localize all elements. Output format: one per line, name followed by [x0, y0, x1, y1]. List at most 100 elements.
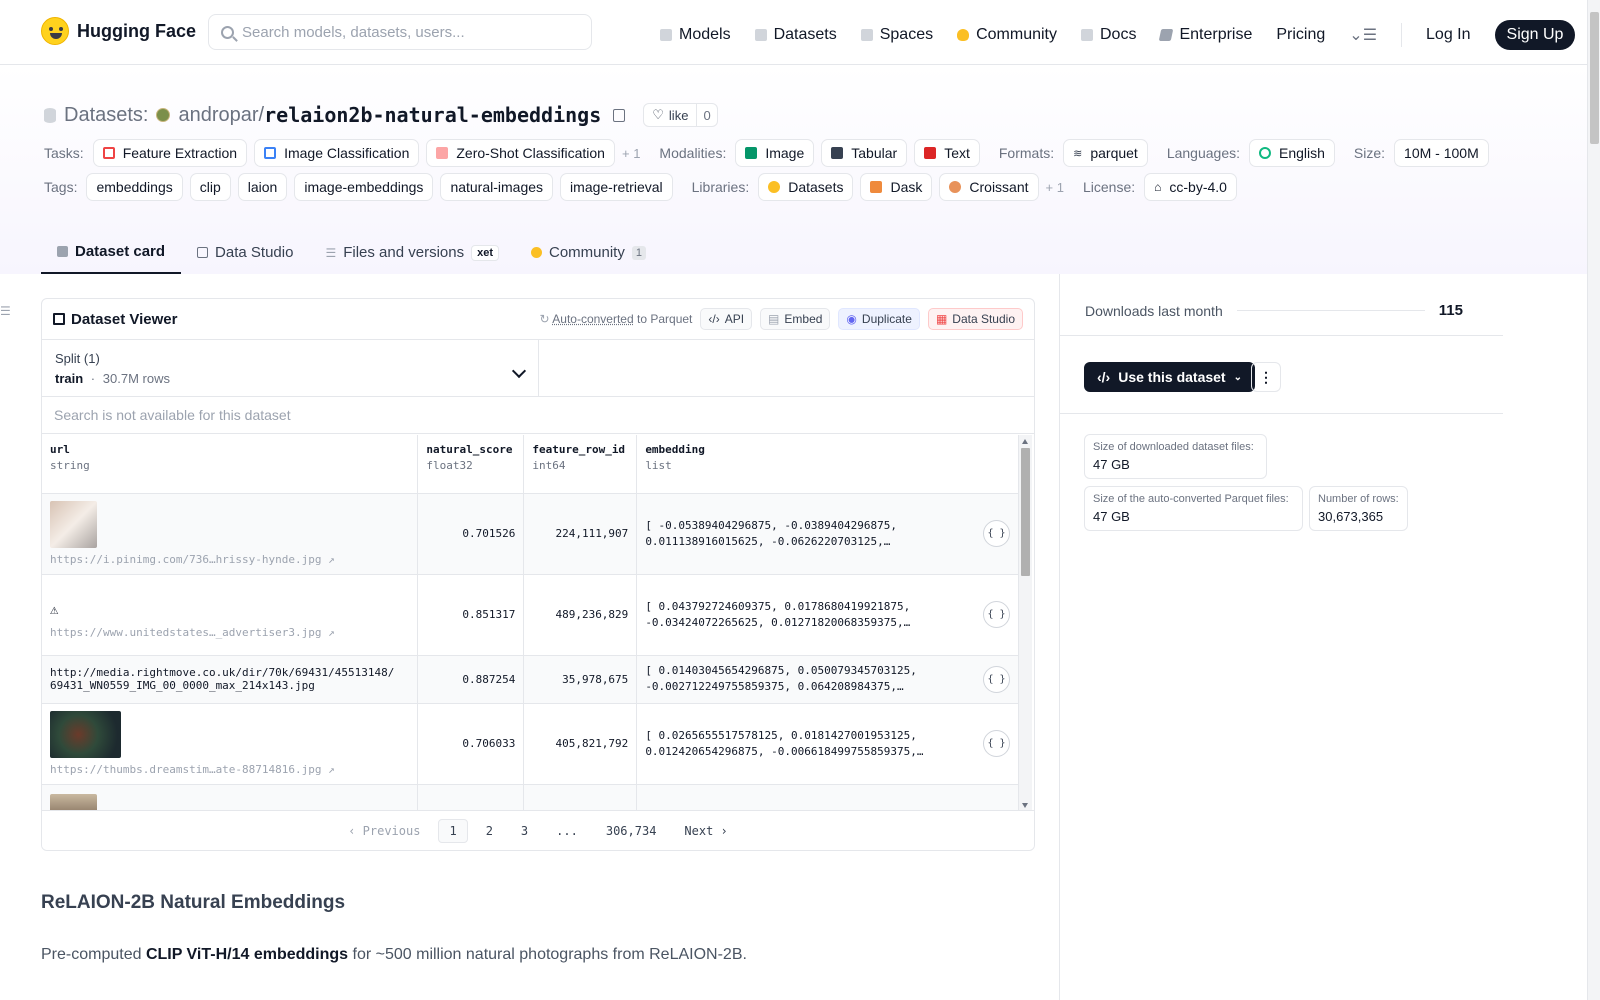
tag-chip[interactable]: laion: [237, 173, 288, 201]
tag-chip[interactable]: clip: [189, 173, 231, 201]
tab-files[interactable]: ☰ Files and versions xet: [309, 231, 515, 274]
like-button[interactable]: ♡ like 0: [643, 103, 718, 127]
url-cell[interactable]: https://i.pinimg.com/736…hrissy-hynde.jp…: [42, 493, 419, 575]
libraries-more[interactable]: + 1: [1046, 180, 1064, 195]
json-view-button[interactable]: { }: [983, 665, 1010, 693]
url-link[interactable]: https://i.pinimg.com/736…hrissy-hynde.jp…: [50, 553, 409, 566]
nav-datasets[interactable]: Datasets: [754, 26, 837, 44]
api-button[interactable]: ‹/› API: [700, 308, 753, 330]
kebab-menu-icon[interactable]: ⋮: [1251, 362, 1281, 392]
json-view-button[interactable]: { }: [983, 730, 1010, 757]
modality-chip-text[interactable]: Text: [914, 139, 980, 167]
url-cell[interactable]: ⚠ https://www.unitedstates…_advertiser3.j…: [42, 574, 419, 656]
image-thumbnail[interactable]: [50, 711, 121, 758]
embedding-line: [ 0.043792724609375, 0.0178680419921875,: [645, 599, 911, 613]
url-cell[interactable]: https://thumbs.dreamstim…ate-88714816.jp…: [42, 703, 419, 785]
use-dataset-button[interactable]: ‹/› Use this dataset ⌄: [1084, 362, 1255, 392]
table-scrollbar[interactable]: [1019, 435, 1032, 812]
column-header-url[interactable]: url string: [42, 435, 419, 494]
downloads-row: Downloads last month 115: [1085, 302, 1463, 319]
page-3-button[interactable]: 3: [511, 820, 538, 842]
scrollbar-thumb[interactable]: [1021, 448, 1030, 576]
repo-title: Datasets: andropar / relaion2b-natural-em…: [44, 103, 718, 127]
duplicate-button[interactable]: ◉ Duplicate: [838, 308, 920, 330]
tag-chip[interactable]: natural-images: [440, 173, 554, 201]
repo-name[interactable]: relaion2b-natural-embeddings: [264, 103, 601, 127]
data-studio-button[interactable]: ▦ Data Studio: [927, 308, 1023, 330]
task-chip-zero-shot-classification[interactable]: Zero-Shot Classification: [426, 139, 615, 167]
tab-dataset-card[interactable]: Dataset card: [41, 231, 182, 274]
url-link[interactable]: https://www.unitedstates…_advertiser3.jp…: [50, 626, 409, 639]
split-name: train: [55, 371, 84, 386]
login-link[interactable]: Log In: [1426, 26, 1470, 44]
next-page-button[interactable]: Next ›: [674, 820, 737, 842]
site-search[interactable]: [208, 14, 592, 50]
library-chip-label: Datasets: [788, 179, 844, 195]
url-link[interactable]: https://thumbs.dreamstim…ate-88714816.jp…: [50, 763, 409, 776]
table-row[interactable]: [42, 784, 1019, 812]
readme-title: ReLAION-2B Natural Embeddings: [41, 892, 346, 913]
column-type: list: [645, 459, 672, 472]
site-logo[interactable]: Hugging Face: [41, 17, 196, 45]
page-scrollbar[interactable]: [1587, 0, 1600, 1000]
table-row[interactable]: https://i.pinimg.com/736…hrissy-hynde.jp…: [42, 493, 1019, 575]
previous-page-button[interactable]: ‹ Previous: [338, 820, 430, 842]
tag-chip[interactable]: image-embeddings: [294, 173, 434, 201]
table-row[interactable]: ⚠ https://www.unitedstates…_advertiser3.j…: [42, 574, 1019, 656]
scroll-up-icon[interactable]: [1022, 439, 1028, 444]
url-cell[interactable]: [42, 784, 419, 812]
license-chip[interactable]: ⌂ cc-by-4.0: [1144, 173, 1237, 201]
library-chip-dask[interactable]: Dask: [860, 173, 933, 201]
nav-models[interactable]: Models: [660, 26, 731, 44]
language-chip-english[interactable]: English: [1249, 139, 1335, 167]
json-view-button[interactable]: { }: [983, 520, 1010, 547]
nav-docs[interactable]: Docs: [1081, 26, 1136, 44]
page-1-button[interactable]: 1: [438, 818, 468, 843]
tab-community[interactable]: Community 1: [515, 231, 662, 274]
languages-label: Languages:: [1166, 145, 1240, 161]
owner-link[interactable]: andropar: [178, 104, 258, 127]
format-chip-parquet[interactable]: ≋ parquet: [1063, 139, 1148, 167]
library-chip-datasets[interactable]: Datasets: [758, 173, 854, 201]
nav-enterprise[interactable]: Enterprise: [1159, 26, 1252, 44]
license-icon: ⌂: [1154, 180, 1162, 194]
scroll-down-icon[interactable]: [1022, 803, 1028, 808]
modality-chip-tabular[interactable]: Tabular: [821, 139, 908, 167]
json-view-button[interactable]: { }: [983, 601, 1010, 628]
sidebar-toggle-icon[interactable]: ☰: [0, 304, 11, 318]
embed-button[interactable]: ▤ Embed: [760, 308, 831, 330]
last-page-button[interactable]: 306,734: [596, 820, 667, 842]
split-row: Split (1) train · 30.7M rows: [42, 340, 1034, 397]
table-row[interactable]: https://thumbs.dreamstim…ate-88714816.jp…: [42, 703, 1019, 785]
auto-converted-note[interactable]: ↻ Auto-converted to Parquet: [540, 312, 693, 326]
nav-spaces[interactable]: Spaces: [860, 26, 933, 44]
column-header-natural-score[interactable]: natural_score float32: [417, 435, 525, 494]
copy-icon[interactable]: [613, 108, 626, 122]
tag-chip[interactable]: image-retrieval: [560, 173, 673, 201]
url-cell[interactable]: http://media.rightmove.co.uk/dir/70k/694…: [42, 655, 419, 704]
like-action[interactable]: ♡ like: [644, 104, 696, 126]
task-chip-feature-extraction[interactable]: Feature Extraction: [92, 139, 248, 167]
page-scrollbar-thumb[interactable]: [1590, 12, 1599, 144]
table-row[interactable]: http://media.rightmove.co.uk/dir/70k/694…: [42, 655, 1019, 704]
nav-community[interactable]: Community: [957, 26, 1057, 44]
more-menu-icon[interactable]: ⌄☰: [1349, 25, 1377, 45]
page-2-button[interactable]: 2: [476, 820, 503, 842]
modality-chip-image[interactable]: Image: [735, 139, 815, 167]
tab-data-studio[interactable]: Data Studio: [181, 231, 309, 274]
tasks-more[interactable]: + 1: [622, 146, 640, 161]
split-select[interactable]: Split (1) train · 30.7M rows: [42, 340, 539, 396]
nav-pricing[interactable]: Pricing: [1276, 26, 1325, 44]
image-icon: [745, 147, 758, 159]
column-header-feature-row-id[interactable]: feature_row_id int64: [523, 435, 638, 494]
task-chip-image-classification[interactable]: Image Classification: [254, 139, 420, 167]
library-chip-croissant[interactable]: Croissant: [939, 173, 1039, 201]
search-input[interactable]: [242, 23, 572, 41]
image-thumbnail[interactable]: [50, 501, 97, 548]
column-header-embedding[interactable]: embedding list: [636, 435, 1019, 494]
size-chip[interactable]: 10M - 100M: [1394, 139, 1489, 167]
row-id-cell: 224,111,907: [523, 493, 638, 575]
signup-button[interactable]: Sign Up: [1494, 20, 1576, 50]
tag-chip[interactable]: embeddings: [86, 173, 183, 201]
repo-type-link[interactable]: Datasets:: [64, 104, 148, 127]
